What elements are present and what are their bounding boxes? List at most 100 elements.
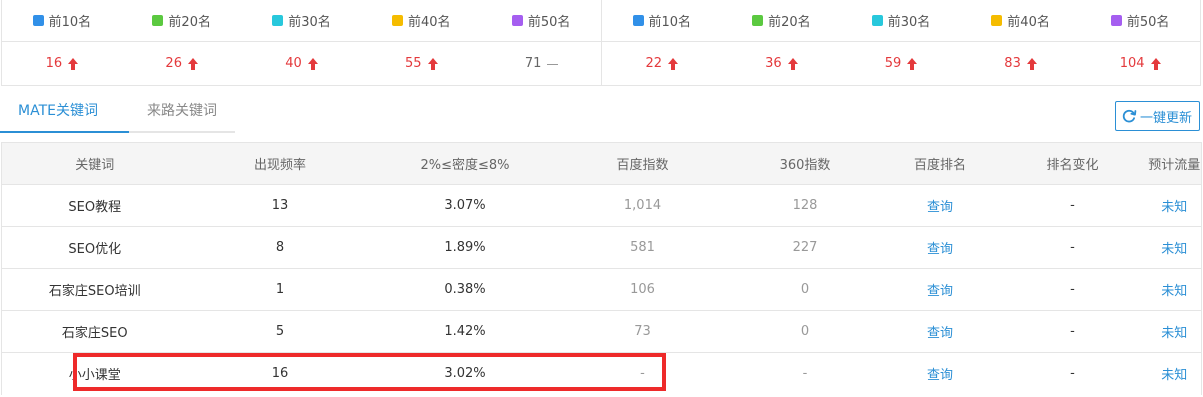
traffic-link[interactable]: 未知 xyxy=(1147,184,1202,227)
column-header-keyword: 关键词 xyxy=(1,142,188,185)
rank-value: 104 xyxy=(1080,42,1200,85)
legend-swatch xyxy=(272,15,284,26)
rank-count: 71 xyxy=(524,56,542,71)
rank-value: 36 xyxy=(722,42,842,85)
rank-legend-item: 前40名 xyxy=(961,0,1081,41)
arrow-up-icon xyxy=(1150,57,1161,70)
arrow-up-icon xyxy=(187,57,198,70)
column-header-estimated-traffic: 预计流量 xyxy=(1147,142,1202,185)
column-header-so360-index: 360指数 xyxy=(727,142,883,185)
cell-rank-change: - xyxy=(997,226,1148,269)
keyword-table: 关键词 出现频率 2%≤密度≤8% 百度指数 360指数 百度排名 排名变化 预计流量 SEO… xyxy=(1,142,1202,395)
cell-so360-index: 0 xyxy=(727,310,883,353)
cell-rank-change: - xyxy=(1070,366,1075,382)
cell-density: 0.38% xyxy=(372,268,558,311)
traffic-link[interactable]: 未知 xyxy=(1148,353,1202,395)
cell-rank-change: - xyxy=(997,268,1148,311)
cell-so360-index: 227 xyxy=(727,226,883,269)
cell-baidu-index: 581 xyxy=(557,226,728,269)
rank-count: 22 xyxy=(645,56,663,71)
tab-source-keywords[interactable]: 来路关键词 xyxy=(129,92,235,133)
cell-keyword: 石家庄SEO培训 xyxy=(1,268,188,311)
legend-swatch xyxy=(1110,15,1122,26)
query-rank-link[interactable]: 查询 xyxy=(882,226,998,269)
rank-legend-item: 前20名 xyxy=(122,0,242,41)
legend-label: 前30名 xyxy=(887,15,931,30)
cell-keyword: SEO教程 xyxy=(1,184,188,227)
cell-density: 1.89% xyxy=(372,226,558,269)
column-header-baidu-rank: 百度排名 xyxy=(882,142,998,185)
legend-swatch xyxy=(871,15,883,26)
query-rank-link[interactable]: 查询 xyxy=(882,268,998,311)
cell-density: 3.02% xyxy=(444,366,486,382)
legend-label: 前10名 xyxy=(48,15,92,30)
cell-density: 1.42% xyxy=(372,310,558,353)
traffic-link[interactable]: 未知 xyxy=(1147,310,1202,353)
query-rank-link[interactable]: 查询 xyxy=(882,310,998,353)
rank-count: 59 xyxy=(884,56,902,71)
legend-swatch xyxy=(32,15,44,26)
rank-value: 55 xyxy=(361,42,481,85)
arrow-up-icon xyxy=(68,57,79,70)
cell-so360-index: - xyxy=(802,366,808,382)
rank-legend-item: 前50名 xyxy=(1080,0,1200,41)
cell-baidu-index: 73 xyxy=(557,310,728,353)
rank-stats-panel: 前10名 前20名 前30名 前40名 前50名 16 26 40 55 71 前10名 前20名前… xyxy=(1,0,1201,86)
legend-swatch xyxy=(752,15,764,26)
rank-legend-item: 前10名 xyxy=(602,0,722,41)
legend-label: 前50名 xyxy=(527,15,571,30)
cell-keyword: 石家庄SEO xyxy=(1,310,188,353)
refresh-all-button[interactable]: 一键更新 xyxy=(1114,101,1200,131)
arrow-up-icon xyxy=(787,57,798,70)
traffic-link[interactable]: 未知 xyxy=(1147,268,1202,311)
query-rank-link[interactable]: 查询 xyxy=(882,184,998,227)
legend-label: 前50名 xyxy=(1126,15,1170,30)
dash-icon xyxy=(547,58,559,70)
cell-frequency: 8 xyxy=(187,226,373,269)
legend-swatch xyxy=(392,15,404,26)
legend-label: 前20名 xyxy=(168,15,211,30)
rank-legend-item: 前30名 xyxy=(242,0,362,41)
legend-label: 前20名 xyxy=(768,15,811,30)
cell-frequency: 1 xyxy=(187,268,373,311)
tab-mate-keywords[interactable]: MATE关键词 xyxy=(0,92,129,133)
cell-so360-index: 128 xyxy=(727,184,883,227)
rank-stats-group: 前10名 前20名 前30名 前40名 前50名 22 36 59 83 104 xyxy=(601,0,1200,85)
cell-keyword: SEO优化 xyxy=(1,226,188,269)
rank-count: 36 xyxy=(765,56,782,71)
rank-legend-row: 前10名 前20名 前30名 前40名 前50名 xyxy=(602,0,1200,42)
legend-swatch xyxy=(991,15,1003,26)
rank-value: 22 xyxy=(602,42,722,85)
legend-label: 前10名 xyxy=(648,15,692,30)
rank-stats-group: 前10名 前20名 前30名 前40名 前50名 16 26 40 55 71 xyxy=(2,0,601,85)
cell-baidu-index: 106 xyxy=(557,268,728,311)
rank-value: 59 xyxy=(841,42,961,85)
arrow-up-icon xyxy=(1026,57,1037,70)
rank-value-row: 16 26 40 55 71 xyxy=(2,42,601,85)
cell-baidu-index: 1,014 xyxy=(557,184,728,227)
rank-value: 40 xyxy=(242,42,362,85)
cell-rank-change: - xyxy=(997,184,1148,227)
rank-legend-item: 前50名 xyxy=(481,0,601,41)
rank-legend-item: 前40名 xyxy=(361,0,481,41)
rank-count: 104 xyxy=(1119,56,1145,71)
refresh-button-label: 一键更新 xyxy=(1139,110,1192,126)
rank-count: 40 xyxy=(285,56,302,71)
legend-label: 前30名 xyxy=(288,15,331,30)
column-header-rank-change: 排名变化 xyxy=(997,142,1148,185)
cell-frequency: 13 xyxy=(187,184,373,227)
column-header-baidu-index: 百度指数 xyxy=(557,142,728,185)
query-rank-link[interactable]: 查询 xyxy=(883,353,998,395)
rank-value: 83 xyxy=(961,42,1081,85)
rank-value: 26 xyxy=(122,42,242,85)
cell-frequency: 5 xyxy=(187,310,373,353)
arrow-up-icon xyxy=(307,57,318,70)
table-row: 石家庄SEO 5 1.42% 73 0 查询 - 未知 xyxy=(1,310,1202,353)
cell-baidu-index: - xyxy=(640,366,645,382)
cell-so360-index: 0 xyxy=(727,268,883,311)
rank-legend-row: 前10名 前20名 前30名 前40名 前50名 xyxy=(2,0,601,42)
traffic-link[interactable]: 未知 xyxy=(1147,226,1202,269)
column-header-density: 2%≤密度≤8% xyxy=(372,142,558,185)
legend-swatch xyxy=(632,15,644,26)
rank-legend-item: 前20名 xyxy=(722,0,842,41)
